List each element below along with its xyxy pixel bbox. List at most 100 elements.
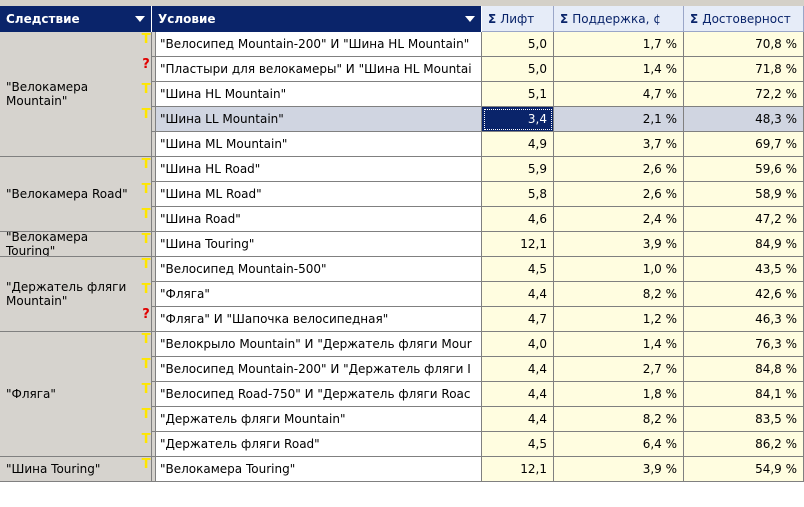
- confidence-cell[interactable]: 69,7 %: [684, 132, 804, 157]
- consequent-cell[interactable]: "Велокамера Touring": [0, 232, 152, 257]
- condition-cell[interactable]: "Фляга": [156, 282, 482, 307]
- confidence-cell[interactable]: 54,9 %: [684, 457, 804, 482]
- confidence-cell[interactable]: 58,9 %: [684, 182, 804, 207]
- lift-cell[interactable]: 12,1: [482, 232, 554, 257]
- condition-cell[interactable]: "Велосипед Mountain-500": [156, 257, 482, 282]
- tree-rule-icon: T: [141, 207, 151, 222]
- lift-cell[interactable]: 3,4: [482, 107, 554, 132]
- support-cell[interactable]: 3,9 %: [554, 457, 684, 482]
- header-lift-label: Лифт: [500, 11, 535, 26]
- condition-cell[interactable]: "Шина Road": [156, 207, 482, 232]
- confidence-cell[interactable]: 83,5 %: [684, 407, 804, 432]
- support-cell[interactable]: 6,4 %: [554, 432, 684, 457]
- condition-cell[interactable]: "Держатель фляги Mountain": [156, 407, 482, 432]
- lift-cell[interactable]: 4,6: [482, 207, 554, 232]
- support-cell[interactable]: 1,0 %: [554, 257, 684, 282]
- consequent-cell[interactable]: "Велокамера Road": [0, 157, 152, 232]
- tree-rule-icon: T: [141, 282, 151, 297]
- confidence-cell[interactable]: 76,3 %: [684, 332, 804, 357]
- confidence-cell[interactable]: 70,8 %: [684, 32, 804, 57]
- consequent-label: "Держатель фляги Mountain": [6, 280, 127, 308]
- consequent-cell[interactable]: "Держатель фляги Mountain": [0, 257, 152, 332]
- consequent-cell[interactable]: "Шина Touring": [0, 457, 152, 482]
- support-cell[interactable]: 2,4 %: [554, 207, 684, 232]
- header-support[interactable]: Σ Поддержка, ¢: [554, 6, 684, 32]
- consequent-label: "Велокамера Touring": [6, 232, 89, 257]
- lift-cell[interactable]: 4,7: [482, 307, 554, 332]
- lift-cell[interactable]: 5,0: [482, 32, 554, 57]
- lift-cell[interactable]: 4,4: [482, 407, 554, 432]
- support-cell[interactable]: 1,2 %: [554, 307, 684, 332]
- confidence-cell[interactable]: 59,6 %: [684, 157, 804, 182]
- support-cell[interactable]: 1,7 %: [554, 32, 684, 57]
- header-lift[interactable]: Σ Лифт: [482, 6, 554, 32]
- support-cell[interactable]: 2,6 %: [554, 157, 684, 182]
- support-cell[interactable]: 3,9 %: [554, 232, 684, 257]
- support-cell[interactable]: 2,6 %: [554, 182, 684, 207]
- confidence-cell[interactable]: 48,3 %: [684, 107, 804, 132]
- confidence-cell[interactable]: 43,5 %: [684, 257, 804, 282]
- lift-cell[interactable]: 4,4: [482, 282, 554, 307]
- lift-cell[interactable]: 4,5: [482, 432, 554, 457]
- confidence-cell[interactable]: 46,3 %: [684, 307, 804, 332]
- condition-cell[interactable]: "Велосипед Road-750" И "Держатель фляги …: [156, 382, 482, 407]
- condition-cell[interactable]: "Шина ML Road": [156, 182, 482, 207]
- support-cell[interactable]: 1,4 %: [554, 332, 684, 357]
- support-cell[interactable]: 2,1 %: [554, 107, 684, 132]
- lift-cell[interactable]: 12,1: [482, 457, 554, 482]
- tree-rule-icon: T: [141, 232, 151, 247]
- tree-rule-icon: T: [141, 257, 151, 272]
- condition-cell[interactable]: "Шина ML Mountain": [156, 132, 482, 157]
- condition-cell[interactable]: "Шина HL Road": [156, 157, 482, 182]
- condition-cell[interactable]: "Шина HL Mountain": [156, 82, 482, 107]
- support-cell[interactable]: 8,2 %: [554, 282, 684, 307]
- condition-cell[interactable]: "Пластыри для велокамеры" И "Шина HL Mou…: [156, 57, 482, 82]
- consequent-cell[interactable]: "Велокамера Mountain": [0, 32, 152, 157]
- confidence-cell[interactable]: 42,6 %: [684, 282, 804, 307]
- support-cell[interactable]: 4,7 %: [554, 82, 684, 107]
- condition-cell[interactable]: "Велосипед Mountain-200" И "Держатель фл…: [156, 357, 482, 382]
- lift-cell[interactable]: 5,0: [482, 57, 554, 82]
- confidence-cell[interactable]: 47,2 %: [684, 207, 804, 232]
- consequent-label: "Велокамера Road": [6, 187, 128, 201]
- condition-cell[interactable]: "Шина LL Mountain": [156, 107, 482, 132]
- tree-rule-icon: T: [141, 182, 151, 197]
- confidence-cell[interactable]: 71,8 %: [684, 57, 804, 82]
- lift-cell[interactable]: 4,5: [482, 257, 554, 282]
- confidence-cell[interactable]: 72,2 %: [684, 82, 804, 107]
- condition-cell[interactable]: "Велосипед Mountain-200" И "Шина HL Moun…: [156, 32, 482, 57]
- lift-cell[interactable]: 5,9: [482, 157, 554, 182]
- condition-cell[interactable]: "Шина Touring": [156, 232, 482, 257]
- support-cell[interactable]: 1,4 %: [554, 57, 684, 82]
- condition-cell[interactable]: "Велокрыло Mountain" И "Держатель фляги …: [156, 332, 482, 357]
- support-cell[interactable]: 1,8 %: [554, 382, 684, 407]
- lift-cell[interactable]: 4,0: [482, 332, 554, 357]
- consequent-cell[interactable]: "Фляга": [0, 332, 152, 457]
- header-condition[interactable]: Условие: [152, 6, 482, 32]
- condition-cell[interactable]: "Держатель фляги Road": [156, 432, 482, 457]
- header-confidence[interactable]: Σ Достоверност: [684, 6, 804, 32]
- tree-rule-icon: T: [141, 457, 151, 472]
- dropdown-arrow-icon[interactable]: [465, 16, 475, 22]
- header-consequent[interactable]: Следствие: [0, 6, 152, 32]
- condition-cell[interactable]: "Фляга" И "Шапочка велосипедная": [156, 307, 482, 332]
- support-cell[interactable]: 8,2 %: [554, 407, 684, 432]
- confidence-cell[interactable]: 86,2 %: [684, 432, 804, 457]
- lift-cell[interactable]: 4,9: [482, 132, 554, 157]
- tree-rule-icon: T: [141, 382, 151, 397]
- lift-cell[interactable]: 4,4: [482, 382, 554, 407]
- confidence-cell[interactable]: 84,8 %: [684, 357, 804, 382]
- question-rule-icon: ?: [142, 307, 150, 322]
- consequent-label: "Велокамера Mountain": [6, 80, 89, 108]
- support-cell[interactable]: 2,7 %: [554, 357, 684, 382]
- header-support-label: Поддержка, ¢: [572, 11, 661, 26]
- lift-cell[interactable]: 4,4: [482, 357, 554, 382]
- confidence-cell[interactable]: 84,1 %: [684, 382, 804, 407]
- lift-cell[interactable]: 5,1: [482, 82, 554, 107]
- confidence-cell[interactable]: 84,9 %: [684, 232, 804, 257]
- lift-cell[interactable]: 5,8: [482, 182, 554, 207]
- support-cell[interactable]: 3,7 %: [554, 132, 684, 157]
- tree-rule-icon: T: [141, 157, 151, 172]
- condition-cell[interactable]: "Велокамера Touring": [156, 457, 482, 482]
- dropdown-arrow-icon[interactable]: [135, 16, 145, 22]
